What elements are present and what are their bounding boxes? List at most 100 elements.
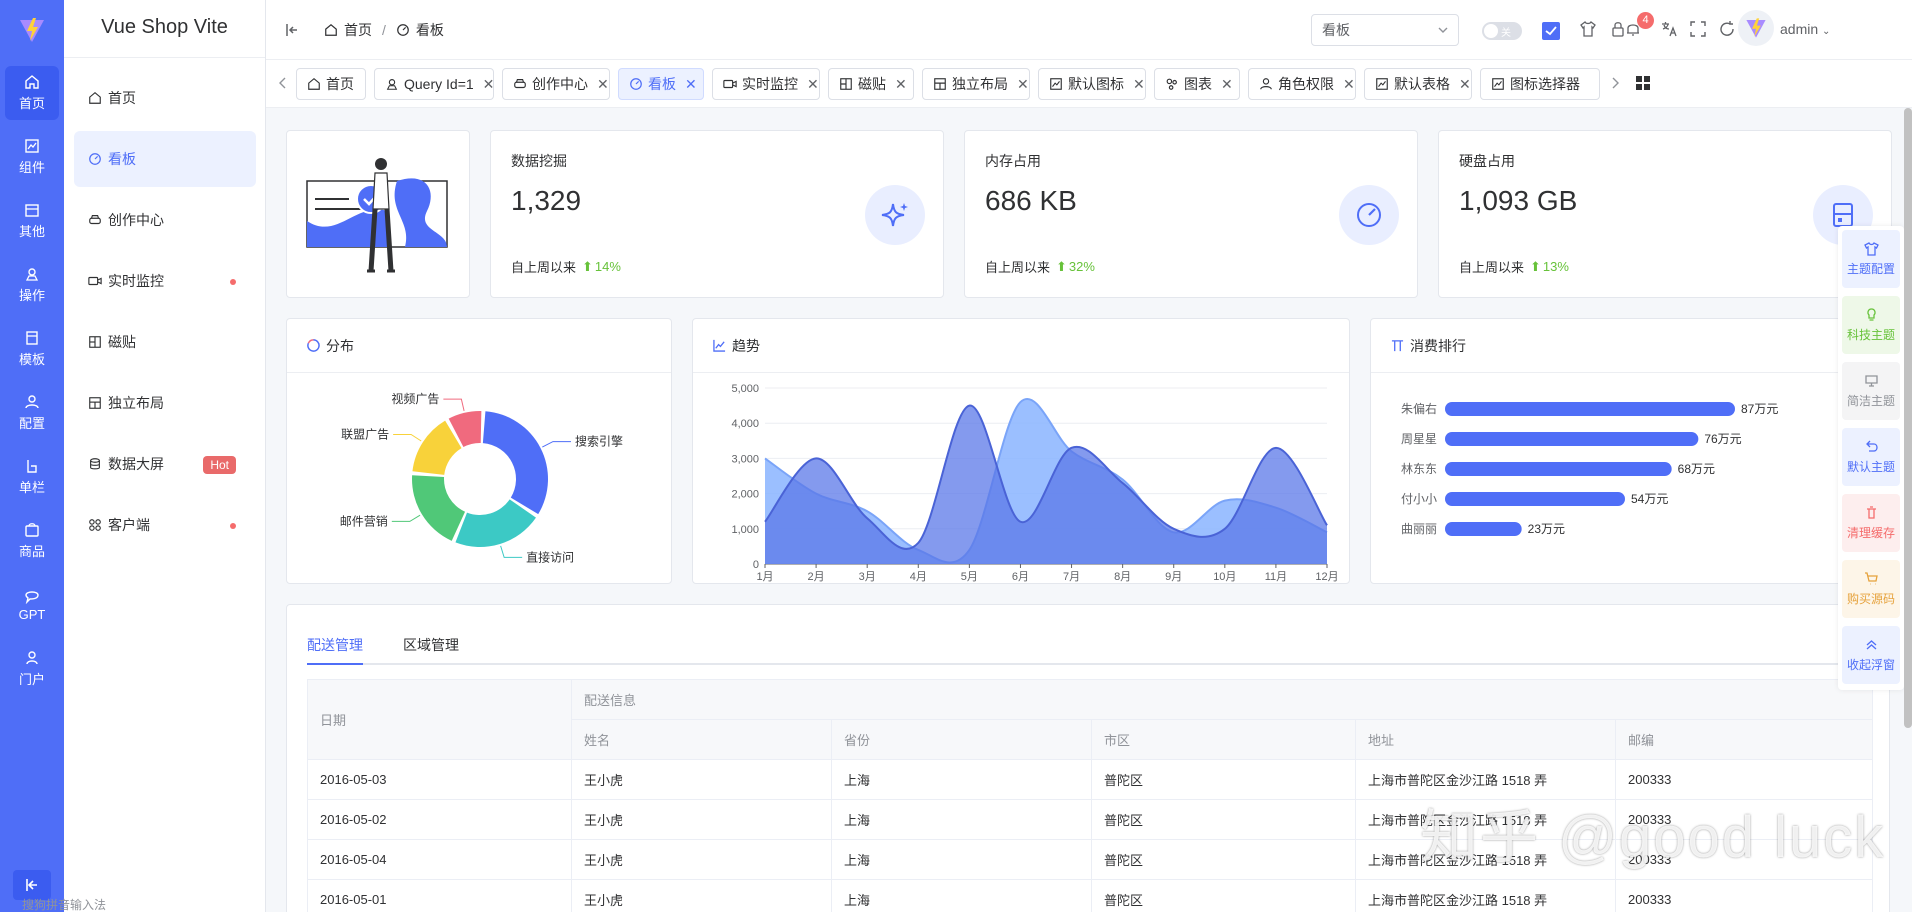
tab-label: 创作中心	[532, 76, 588, 92]
float-button-4[interactable]: 默认主题	[1842, 428, 1900, 486]
tab-query[interactable]: Query Id=1 ✕	[374, 68, 494, 100]
chevron-left-icon[interactable]	[276, 76, 290, 90]
stat-card-data-mining: 数据挖掘 1,329 自上周以来 ⬆ 14%	[490, 130, 944, 298]
menu-item-monitor[interactable]: 实时监控	[74, 253, 256, 309]
float-button-label: 清理缓存	[1846, 526, 1895, 540]
tab-layout[interactable]: 独立布局 ✕	[922, 68, 1030, 100]
bar[interactable]	[1445, 402, 1735, 416]
tab-tiles[interactable]: 磁贴 ✕	[828, 68, 914, 100]
card-header: 分布	[287, 319, 671, 373]
bar[interactable]	[1445, 522, 1522, 536]
tab-charts[interactable]: 图表 ✕	[1154, 68, 1240, 100]
x-tick-label: 9月	[1165, 571, 1182, 583]
menu-search-select[interactable]: 看板	[1311, 14, 1459, 46]
tab-label: 首页	[326, 76, 354, 92]
close-icon[interactable]: ✕	[1133, 76, 1145, 93]
rail-item-component[interactable]: 组件	[5, 130, 59, 184]
bar-category-label: 朱偏右	[1401, 401, 1437, 416]
menu-item-tiles[interactable]: 磁贴	[74, 314, 256, 370]
gauge-icon	[1339, 185, 1399, 245]
fold-menu-icon[interactable]	[284, 22, 300, 38]
tab-default-table[interactable]: 默认表格 ✕	[1364, 68, 1472, 100]
close-icon[interactable]: ✕	[1017, 76, 1029, 93]
grid-menu-icon[interactable]	[1634, 74, 1652, 92]
tab-home[interactable]: 首页	[296, 68, 366, 100]
refresh-icon[interactable]	[1718, 20, 1736, 38]
tab-label: 图标选择器	[1510, 76, 1580, 92]
menu-item-client[interactable]: 客户端	[74, 497, 256, 553]
rail-item-config[interactable]: 配置	[5, 386, 59, 440]
menu-item-creation-center[interactable]: 创作中心	[74, 192, 256, 248]
menu-item-dashboard[interactable]: 看板	[74, 131, 256, 187]
close-icon[interactable]: ✕	[685, 76, 697, 93]
vite-logo-icon[interactable]	[0, 0, 64, 60]
rail-item-single-column[interactable]: 单栏	[5, 450, 59, 504]
pie-label-line	[542, 441, 571, 448]
x-tick-label: 1月	[756, 571, 773, 583]
breadcrumb-home[interactable]: 首页	[344, 20, 372, 40]
menu-item-big-screen[interactable]: 数据大屏 Hot	[74, 436, 256, 492]
tab-monitor[interactable]: 实时监控 ✕	[712, 68, 820, 100]
table-cell: 王小虎	[571, 759, 832, 800]
rail-item-goods[interactable]: 商品	[5, 514, 59, 568]
bar[interactable]	[1445, 492, 1625, 506]
menu-item-home[interactable]: 首页	[74, 70, 256, 126]
close-icon[interactable]: ✕	[895, 76, 907, 93]
close-icon[interactable]: ✕	[1221, 76, 1233, 93]
rail-item-other[interactable]: 其他	[5, 194, 59, 248]
menu-item-layout[interactable]: 独立布局	[74, 375, 256, 431]
bar[interactable]	[1445, 432, 1699, 446]
pie-slice[interactable]	[412, 475, 466, 541]
close-icon[interactable]: ✕	[1459, 76, 1471, 93]
tab-icon-selector[interactable]: 图标选择器	[1480, 68, 1600, 100]
stat-since: 自上周以来 ⬆ 14%	[511, 257, 621, 276]
app-title: Vue Shop Vite	[64, 0, 265, 58]
chevron-right-icon[interactable]	[1608, 76, 1622, 90]
close-icon[interactable]: ✕	[807, 76, 819, 93]
chevron-down-icon	[1438, 27, 1448, 33]
tab-dashboard[interactable]: 看板 ✕	[618, 68, 704, 100]
rail-item-portal[interactable]: 门户	[5, 642, 59, 696]
user-dropdown[interactable]: admin ⌄	[1780, 21, 1830, 37]
float-button-label: 购买源码	[1846, 592, 1895, 606]
table-cell: 王小虎	[571, 799, 832, 840]
float-button-2[interactable]: 科技主题	[1842, 296, 1900, 354]
float-button-6[interactable]: 购买源码	[1842, 560, 1900, 618]
tshirt-icon[interactable]	[1579, 20, 1597, 38]
close-icon[interactable]: ✕	[1343, 76, 1355, 93]
layout-icon	[934, 78, 946, 90]
close-icon[interactable]: ✕	[483, 76, 493, 93]
float-button-1[interactable]: 主题配置	[1842, 230, 1900, 288]
rail-item-label: 操作	[18, 288, 45, 303]
pie-slice[interactable]	[482, 411, 548, 515]
x-tick-label: 6月	[1012, 571, 1029, 583]
tab-delivery[interactable]: 配送管理	[307, 635, 363, 655]
rail-item-template[interactable]: 模板	[5, 322, 59, 376]
rail-item-operate[interactable]: 操作	[5, 258, 59, 312]
menu-search-value: 看板	[1322, 22, 1350, 38]
home-icon	[308, 78, 320, 90]
close-icon[interactable]: ✕	[597, 76, 609, 93]
pie-slice[interactable]	[455, 499, 536, 547]
float-button-5[interactable]: 清理缓存	[1842, 494, 1900, 552]
fullscreen-icon[interactable]	[1689, 20, 1707, 38]
layout-checkbox[interactable]	[1542, 22, 1560, 40]
tab-creation-center[interactable]: 创作中心 ✕	[502, 68, 610, 100]
stat-since-text: 自上周以来	[1459, 260, 1525, 275]
donut-chart: 搜索引擎直接访问 邮件营销 联盟广告 视频广告	[340, 391, 623, 564]
rail-item-home[interactable]: 首页	[5, 66, 59, 120]
translate-icon[interactable]	[1660, 20, 1678, 38]
tab-permissions[interactable]: 角色权限 ✕	[1248, 68, 1356, 100]
tab-default-icon[interactable]: 默认图标 ✕	[1038, 68, 1146, 100]
bar[interactable]	[1445, 462, 1672, 476]
gpt-icon	[25, 591, 39, 604]
float-button-3[interactable]: 简洁主题	[1842, 362, 1900, 420]
avatar[interactable]	[1738, 10, 1774, 46]
pie-label-line	[391, 514, 421, 522]
theme-toggle[interactable]: 关	[1482, 22, 1522, 40]
tab-region[interactable]: 区域管理	[403, 635, 459, 655]
float-button-7[interactable]: 收起浮窗	[1842, 626, 1900, 684]
rail-item-gpt[interactable]: GPT	[5, 578, 59, 632]
red-dot-badge	[230, 279, 236, 285]
scrollbar[interactable]	[1904, 108, 1912, 728]
